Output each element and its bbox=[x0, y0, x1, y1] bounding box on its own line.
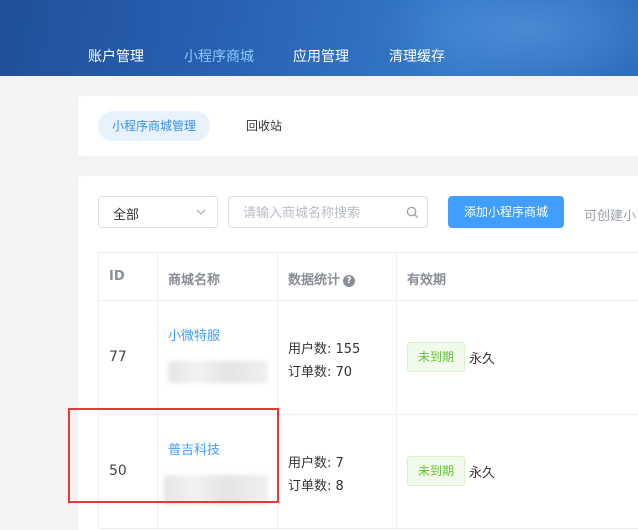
cell-validity: 未到期 永久 bbox=[397, 301, 638, 414]
user-count: 用户数: 155 bbox=[288, 342, 361, 357]
tab-mall-manage[interactable]: 小程序商城管理 bbox=[98, 111, 211, 141]
highlight-box bbox=[68, 408, 279, 503]
cell-stats: 用户数: 7 订单数: 8 bbox=[278, 415, 397, 528]
header-name: 商城名称 bbox=[168, 273, 221, 288]
table-row: 77 小微特服 用户数: 155 订单数: 70 未到期 永久 bbox=[98, 301, 638, 415]
row-id: 77 bbox=[109, 349, 127, 365]
table-header-row: ID 商城名称 数据统计? 有效期 bbox=[98, 252, 638, 301]
order-count: 订单数: 8 bbox=[288, 479, 344, 494]
help-icon[interactable]: ? bbox=[343, 275, 356, 287]
status-select[interactable]: 全部 bbox=[98, 196, 218, 228]
nav-item-mini-mall[interactable]: 小程序商城 bbox=[184, 46, 254, 66]
header-cell-stats: 数据统计? bbox=[278, 253, 397, 300]
validity-period: 永久 bbox=[469, 352, 496, 367]
tab-recycle-bin[interactable]: 回收站 bbox=[232, 111, 296, 141]
search-box bbox=[228, 196, 428, 228]
user-count: 用户数: 7 bbox=[288, 456, 344, 471]
validity-period: 永久 bbox=[469, 466, 496, 481]
top-header: 账户管理 小程序商城 应用管理 清理缓存 bbox=[0, 0, 638, 76]
mall-name-link[interactable]: 小微特服 bbox=[168, 325, 220, 344]
nav-item-account[interactable]: 账户管理 bbox=[88, 46, 144, 66]
status-select-value: 全部 bbox=[113, 208, 140, 223]
cell-name: 小微特服 bbox=[158, 301, 278, 414]
create-limit-hint: 可创建小 bbox=[584, 209, 637, 224]
order-count: 订单数: 70 bbox=[288, 365, 353, 380]
cell-id: 77 bbox=[98, 301, 158, 414]
blurred-logo bbox=[168, 361, 268, 383]
chevron-down-icon bbox=[196, 209, 206, 215]
header-stats: 数据统计 bbox=[288, 273, 341, 288]
header-validity: 有效期 bbox=[407, 273, 447, 288]
header-cell-id: ID bbox=[98, 253, 158, 300]
cell-validity: 未到期 永久 bbox=[397, 415, 638, 528]
header-cell-name: 商城名称 bbox=[158, 253, 278, 300]
add-mall-button[interactable]: 添加小程序商城 bbox=[448, 196, 564, 228]
main-nav: 账户管理 小程序商城 应用管理 清理缓存 bbox=[0, 0, 638, 76]
search-icon[interactable] bbox=[406, 206, 419, 219]
status-badge: 未到期 bbox=[407, 456, 465, 486]
status-badge: 未到期 bbox=[407, 342, 465, 372]
sub-tab-card: 小程序商城管理 回收站 bbox=[78, 96, 638, 156]
search-input[interactable] bbox=[243, 203, 403, 223]
nav-item-app-manage[interactable]: 应用管理 bbox=[293, 46, 349, 66]
header-id: ID bbox=[109, 269, 125, 284]
header-stats-wrap: 数据统计? bbox=[288, 269, 356, 288]
header-cell-validity: 有效期 bbox=[397, 253, 638, 300]
nav-item-clear-cache[interactable]: 清理缓存 bbox=[389, 46, 445, 66]
cell-stats: 用户数: 155 订单数: 70 bbox=[278, 301, 397, 414]
